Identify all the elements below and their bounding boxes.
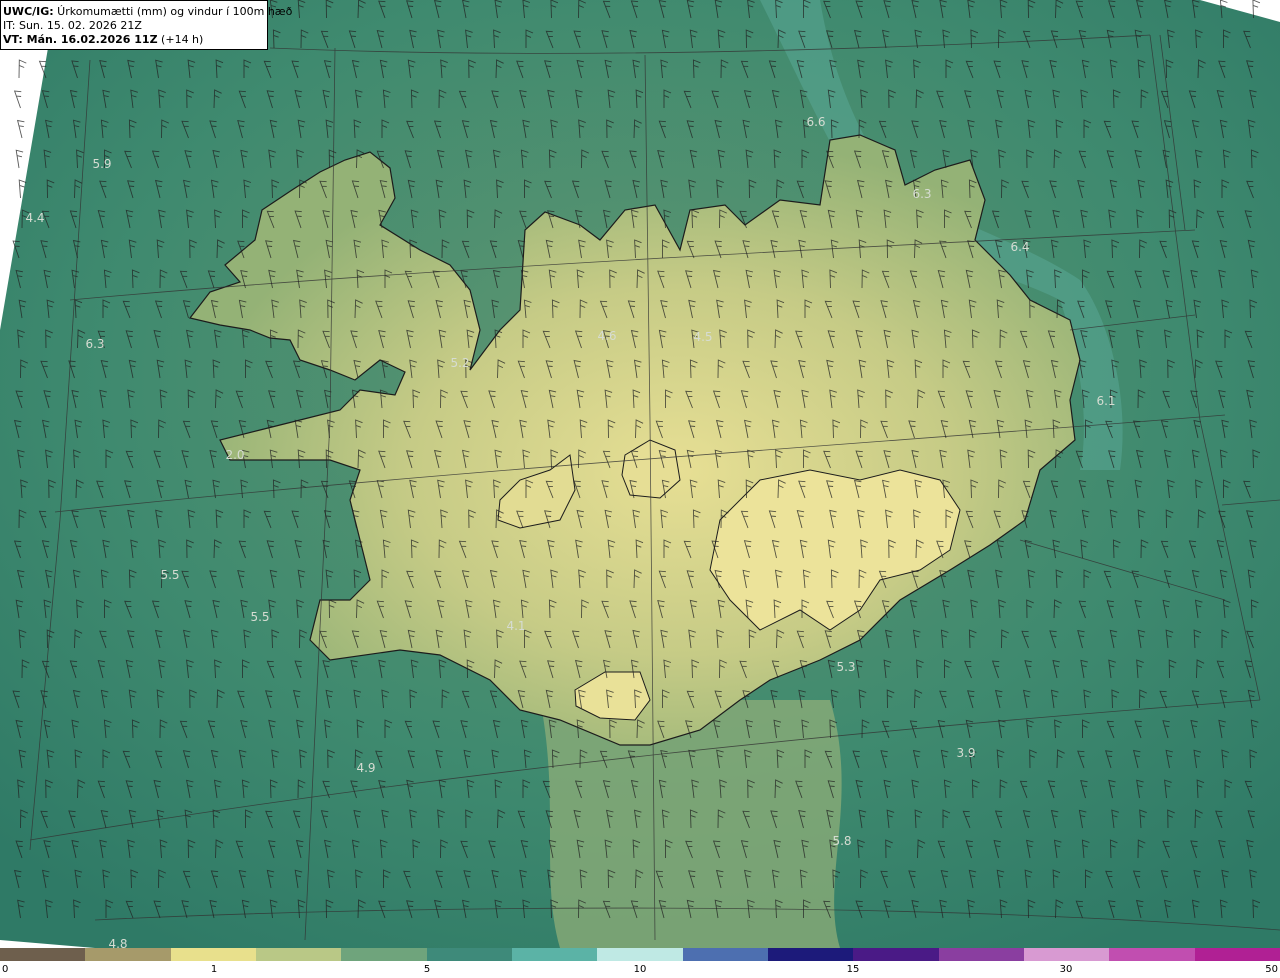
info-box: UWC/IG: Úrkomumætti (mm) og vindur í 100… bbox=[0, 0, 292, 50]
colorbar-segment bbox=[426, 948, 513, 961]
valid-time-line: VT: Mán. 16.02.2026 11Z (+14 h) bbox=[3, 33, 267, 47]
colorbar-segment bbox=[170, 948, 257, 961]
colorbar-segment bbox=[256, 948, 343, 961]
value-label: 6.3 bbox=[85, 337, 104, 351]
colorbar-segment bbox=[768, 948, 855, 961]
value-label: 5.3 bbox=[836, 660, 855, 674]
value-label: 5.8 bbox=[832, 834, 851, 848]
colorbar-segment bbox=[853, 948, 940, 961]
colorbar-tick-10: 10 bbox=[633, 964, 647, 975]
value-label: 3.9 bbox=[956, 746, 975, 760]
value-label: 5.2 bbox=[450, 356, 469, 370]
value-label: 6.6 bbox=[806, 115, 825, 129]
init-time: IT: Sun. 15. 02. 2026 21Z bbox=[3, 19, 142, 32]
model-label: UWC/IG: bbox=[3, 5, 54, 18]
colorbar-segment bbox=[1194, 948, 1280, 961]
value-label: 4.9 bbox=[356, 761, 375, 775]
colorbar-tick-50: 50 bbox=[1265, 964, 1278, 975]
colorbar-segment bbox=[85, 948, 172, 961]
colorbar-tick-30: 30 bbox=[1059, 964, 1073, 975]
colorbar-tick-1: 1 bbox=[210, 964, 218, 975]
valid-time: VT: Mán. 16.02.2026 11Z bbox=[3, 33, 158, 46]
colorbar-segment bbox=[341, 948, 428, 961]
colorbar: 0 1 5 10 15 30 50 bbox=[0, 948, 1280, 978]
colorbar-segment bbox=[0, 948, 87, 961]
title-line: UWC/IG: Úrkomumætti (mm) og vindur í 100… bbox=[3, 5, 292, 19]
map-canvas: 6.6 5.9 4.4 6.3 6.4 6.3 4.6 4.5 5.2 6.1 2.0 5.5 5.5 4… bbox=[0, 0, 1280, 948]
colorbar-tick-15: 15 bbox=[846, 964, 860, 975]
lead-time: (+14 h) bbox=[157, 33, 204, 46]
colorbar-segment bbox=[512, 948, 599, 961]
colorbar-tick-0: 0 bbox=[2, 964, 9, 975]
value-label: 6.1 bbox=[1096, 394, 1115, 408]
map-title: Úrkomumætti (mm) og vindur í 100m hæð bbox=[53, 5, 293, 18]
value-label: 4.1 bbox=[506, 619, 525, 633]
value-label: 4.6 bbox=[597, 329, 616, 343]
colorbar-segment bbox=[938, 948, 1025, 961]
value-label: 2.0 bbox=[225, 448, 244, 462]
colorbar-tick-5: 5 bbox=[423, 964, 431, 975]
colorbar-segment bbox=[682, 948, 769, 961]
value-label: 4.5 bbox=[693, 330, 712, 344]
colorbar-segment bbox=[1024, 948, 1111, 961]
colorbar-segment bbox=[1109, 948, 1196, 961]
colorbar-segment bbox=[597, 948, 684, 961]
value-label: 6.3 bbox=[912, 187, 931, 201]
weather-map: 6.6 5.9 4.4 6.3 6.4 6.3 4.6 4.5 5.2 6.1 2.0 5.5 5.5 4… bbox=[0, 0, 1280, 978]
value-label: 4.4 bbox=[25, 211, 44, 225]
value-label: 5.9 bbox=[92, 157, 111, 171]
value-label: 5.5 bbox=[250, 610, 269, 624]
value-label: 5.5 bbox=[160, 568, 179, 582]
value-label: 4.8 bbox=[108, 937, 127, 948]
value-label: 6.4 bbox=[1010, 240, 1029, 254]
colorbar-strip bbox=[0, 948, 1280, 961]
